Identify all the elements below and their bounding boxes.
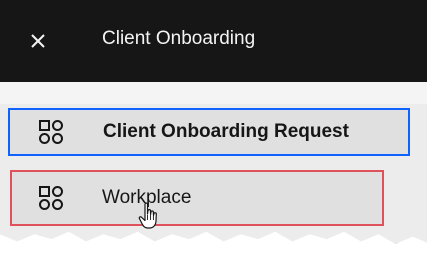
- panel-header: Client Onboarding: [0, 0, 430, 82]
- panel-title: Client Onboarding: [102, 28, 256, 49]
- side-panel: Client Onboarding Client Onboarding Requ…: [0, 0, 430, 244]
- screenshot-stage: Client Onboarding Client Onboarding Requ…: [0, 0, 441, 254]
- page-edge: [427, 0, 441, 254]
- close-button[interactable]: [22, 25, 54, 57]
- menu-item-client-onboarding-request[interactable]: Client Onboarding Request: [8, 108, 410, 156]
- app-grid-icon: [39, 120, 63, 144]
- pointer-hand-icon: [138, 202, 157, 229]
- close-icon: [31, 34, 45, 48]
- panel-spacer: [0, 82, 430, 104]
- app-grid-icon: [39, 186, 63, 210]
- menu-item-workplace[interactable]: Workplace: [10, 170, 384, 226]
- menu-item-label: Client Onboarding Request: [103, 121, 349, 142]
